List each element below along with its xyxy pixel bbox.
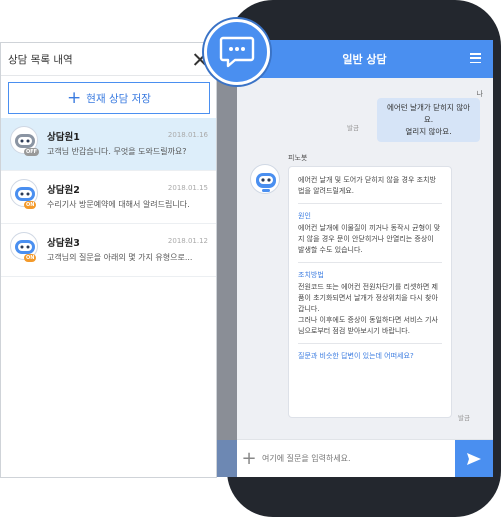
chat-screen: 일반 상담 나 에어턴 날개가 닫히지 않아요. 열리지 않아요. 발금 피노봇 [236, 40, 493, 477]
divider [298, 262, 442, 263]
status-badge: OFF [24, 148, 40, 156]
bot-time: 발금 [458, 414, 470, 422]
fix-text: 전원코드 또는 에어컨 전원차단기를 리셋하면 제품이 초기화되면서 날개가 정… [298, 283, 438, 313]
bot-message-card: 에어컨 날개 및 도어가 닫히지 않을 경우 조치방법을 알려드릴게요. 원인 … [288, 166, 452, 418]
cause-title: 원인 [298, 212, 311, 220]
robot-icon: OFF [10, 126, 40, 156]
list-item[interactable]: ON 상담원2 2018.01.15 수리기사 방문예약에 대해서 알려드립니다… [1, 171, 216, 224]
send-icon[interactable] [455, 440, 493, 477]
hamburger-icon[interactable] [470, 53, 481, 63]
fix-title: 조치방법 [298, 271, 324, 279]
robot-icon [250, 164, 280, 194]
plus-icon: + [67, 88, 82, 108]
fix-text: 그러나 이후에도 증상이 동일하다면 서비스 기사님으로부터 점검 받아보시기 … [298, 316, 438, 335]
plus-icon[interactable]: + [236, 440, 262, 478]
panel-header: 상담 목록 내역 [1, 43, 216, 76]
chat-header: 일반 상담 [236, 40, 493, 78]
chat-input-bar: + [236, 439, 493, 477]
divider [298, 343, 442, 344]
agent-preview: 고객님 반갑습니다. 무엇을 도와드릴까요? [47, 147, 187, 156]
agent-name: 상담원1 [47, 132, 80, 143]
robot-icon: ON [10, 179, 38, 209]
user-message-line: 열리지 않아요. [405, 127, 452, 136]
agent-date: 2018.01.16 [167, 131, 208, 139]
cause-text: 에어컨 날개에 이물질이 끼거나 동작시 균형이 맞지 않을 경우 문이 안닫히… [298, 224, 441, 254]
bot-name: 피노봇 [288, 154, 308, 162]
agent-preview: 수리기사 방문예약에 대해서 알려드립니다. [47, 200, 190, 209]
history-panel: 상담 목록 내역 + 현재 상담 저장 OFF 상담원1 2018.01.16 … [0, 42, 217, 478]
panel-title: 상담 목록 내역 [8, 53, 73, 66]
agent-list: OFF 상담원1 2018.01.16 고객님 반갑습니다. 무엇을 도와드릴까… [1, 118, 216, 277]
status-badge: ON [24, 254, 37, 262]
user-message: 에어턴 날개가 닫히지 않아요. 열리지 않아요. [377, 98, 480, 142]
stage: 일반 상담 나 에어턴 날개가 닫히지 않아요. 열리지 않아요. 발금 피노봇 [0, 0, 501, 517]
user-message-line: 에어턴 날개가 닫히지 않아요. [386, 103, 471, 124]
message-input[interactable] [262, 448, 452, 469]
save-chat-label: 현재 상담 저장 [86, 92, 151, 105]
status-badge: ON [24, 201, 37, 209]
save-chat-button[interactable]: + 현재 상담 저장 [8, 82, 210, 114]
user-time: 발금 [347, 124, 359, 132]
chat-bubble-icon[interactable] [204, 19, 270, 85]
agent-name: 상담원2 [47, 185, 80, 196]
dim-overlay [217, 40, 237, 477]
agent-date: 2018.01.12 [167, 237, 208, 245]
list-item[interactable]: OFF 상담원1 2018.01.16 고객님 반갑습니다. 무엇을 도와드릴까… [1, 118, 216, 171]
dim-overlay [217, 440, 237, 477]
list-item[interactable]: ON 상담원3 2018.01.12 고객님의 질문을 아래의 몇 가지 유형으… [1, 224, 216, 277]
chat-title: 일반 상담 [342, 53, 387, 66]
similar-answer-link[interactable]: 질문과 비슷한 답변이 있는데 어떠세요? [298, 351, 442, 362]
agent-date: 2018.01.15 [167, 184, 208, 192]
robot-icon: ON [10, 232, 38, 262]
agent-name: 상담원3 [47, 238, 80, 249]
chat-body: 나 에어턴 날개가 닫히지 않아요. 열리지 않아요. 발금 피노봇 에어컨 날… [236, 78, 493, 439]
agent-preview: 고객님의 질문을 아래의 몇 가지 유형으로... [47, 253, 193, 262]
divider [298, 203, 442, 204]
bot-intro: 에어컨 날개 및 도어가 닫히지 않을 경우 조치방법을 알려드릴게요. [298, 176, 436, 195]
